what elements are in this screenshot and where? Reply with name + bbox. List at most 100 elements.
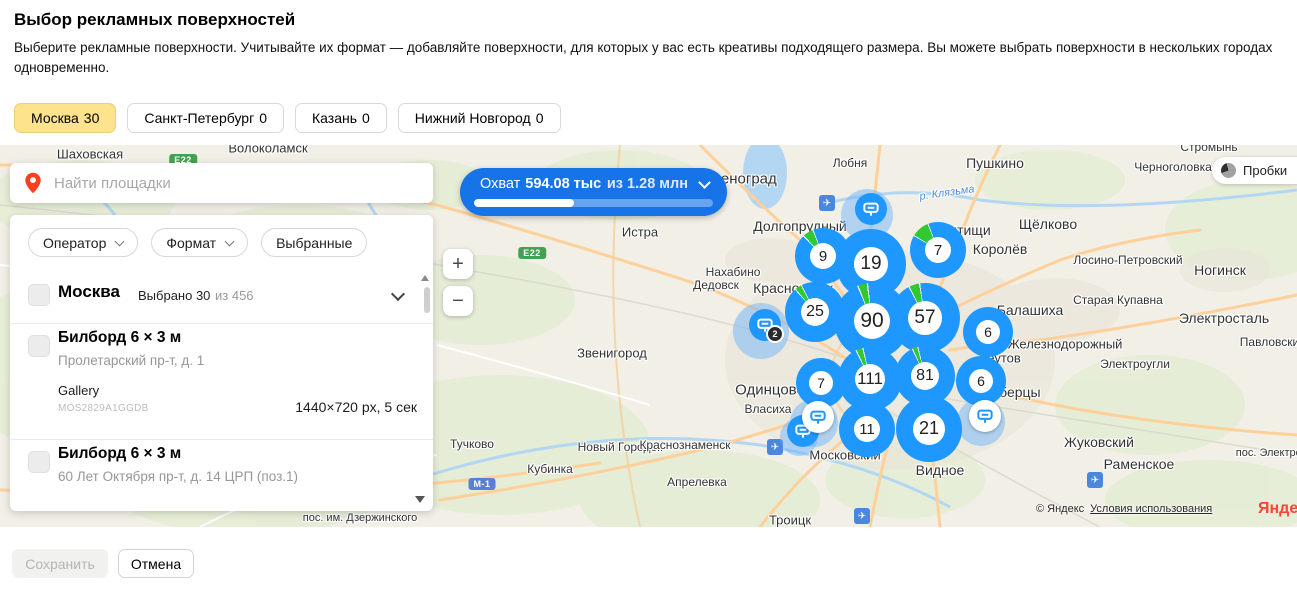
- cluster-count: 25: [801, 298, 830, 327]
- item-title: Билборд 6 × 3 м: [58, 445, 181, 463]
- group-selected-count: Выбрано 30: [138, 288, 210, 303]
- billboard-marker[interactable]: 2: [749, 309, 781, 341]
- save-button[interactable]: Сохранить: [12, 549, 108, 578]
- traffic-light-icon: [1221, 163, 1236, 178]
- tab-kazan[interactable]: Казань 0: [295, 103, 387, 133]
- map-label: Тучково: [450, 437, 494, 451]
- map-label: Ногинск: [1194, 262, 1246, 278]
- map-label: пос. Электроизолятор: [1236, 447, 1297, 459]
- cluster-count: 7: [925, 237, 952, 264]
- filter-operator[interactable]: Оператор: [28, 228, 138, 257]
- map-label: Волоколамск: [228, 145, 307, 156]
- filter-label: Оператор: [43, 235, 106, 251]
- item-address: 60 Лет Октября пр-т, д. 14 ЦРП (поз.1): [58, 469, 298, 484]
- scroll-down-arrow[interactable]: [415, 496, 425, 503]
- airport-icon: ✈: [819, 195, 835, 211]
- traffic-toggle[interactable]: Пробки: [1212, 157, 1297, 184]
- billboard-marker[interactable]: [855, 193, 887, 225]
- copyright-text: © Яндекс: [1036, 503, 1084, 515]
- map-pin-icon: [24, 172, 42, 194]
- cancel-button[interactable]: Отмена: [118, 549, 194, 578]
- map-cluster[interactable]: 6: [956, 356, 1006, 406]
- map-label: Жуковский: [1064, 434, 1134, 450]
- filter-chips: Оператор Формат Выбранные: [10, 215, 433, 257]
- map-label: Шаховская: [57, 147, 123, 162]
- map-label: Электросталь: [1179, 310, 1269, 326]
- cluster-count: 6: [976, 320, 1000, 344]
- map-label: Дедовск: [693, 278, 739, 292]
- scrollbar-up-arrow[interactable]: [421, 275, 429, 281]
- billboard-marker[interactable]: [969, 400, 1001, 432]
- cluster-count: 90: [854, 303, 890, 339]
- tab-label: Санкт-Петербург: [144, 110, 254, 126]
- map-label: Раменское: [1104, 456, 1175, 472]
- road-badge: Е22: [518, 247, 546, 259]
- yandex-logo: Янде: [1258, 500, 1297, 518]
- map-label: Королёв: [973, 241, 1028, 257]
- tab-count: 0: [536, 110, 544, 126]
- map-cluster[interactable]: 21: [896, 396, 962, 462]
- cluster-count: 21: [913, 413, 945, 445]
- tab-label: Казань: [312, 110, 357, 126]
- surface-list-item[interactable]: Билборд 6 × 3 м 60 Лет Октября пр-т, д. …: [10, 439, 433, 511]
- group-city-name: Москва: [58, 282, 120, 302]
- airport-icon: ✈: [1087, 472, 1103, 488]
- chevron-down-icon: [698, 176, 711, 189]
- map-label: Лосино-Петровский: [1073, 253, 1182, 267]
- surfaces-panel: Оператор Формат Выбранные Москва Выбрано…: [10, 215, 433, 511]
- chevron-down-icon[interactable]: [391, 287, 405, 301]
- city-group-row: Москва Выбрано 30 из 456: [10, 267, 433, 324]
- map-zoom-in-button[interactable]: +: [443, 249, 473, 279]
- reach-progress-track: [474, 199, 713, 207]
- map-label: Железнодорожный: [1008, 337, 1123, 352]
- item-code: MOS2829A1GGDB: [58, 403, 149, 414]
- map-attribution: © Яндекс Условия использования: [1036, 503, 1212, 515]
- filter-format[interactable]: Формат: [151, 228, 248, 257]
- filter-label: Формат: [166, 235, 216, 251]
- map-label: Видное: [916, 462, 965, 478]
- terms-link[interactable]: Условия использования: [1090, 503, 1212, 515]
- map-label: Электроугли: [1100, 357, 1170, 371]
- billboard-marker[interactable]: [802, 401, 834, 433]
- surface-list-item[interactable]: Билборд 6 × 3 м Пролетарский пр-т, д. 1 …: [10, 323, 433, 440]
- item-address: Пролетарский пр-т, д. 1: [58, 353, 204, 368]
- group-checkbox[interactable]: [28, 284, 50, 306]
- item-checkbox[interactable]: [28, 451, 50, 473]
- ad-surfaces-page: Выбор рекламных поверхностей Выберите ре…: [0, 0, 1297, 597]
- cluster-count: 81: [911, 362, 940, 391]
- tab-count: 30: [84, 110, 100, 126]
- reach-badge[interactable]: Охват 594.08 тыс из 1.28 млн: [460, 168, 727, 216]
- map-label: Старая Купавна: [1073, 293, 1163, 307]
- map-label: Истра: [622, 225, 658, 240]
- reach-progress-fill: [474, 199, 574, 207]
- cluster-count: 57: [908, 301, 942, 335]
- tab-nizhny-novgorod[interactable]: Нижний Новгород 0: [398, 103, 561, 133]
- billboard-icon: [861, 199, 881, 219]
- city-tabs: Москва 30 Санкт-Петербург 0 Казань 0 Ниж…: [14, 103, 561, 133]
- map-label: пос. им. Дзержинского: [303, 512, 418, 524]
- group-total-count: из 456: [215, 288, 254, 303]
- map-cluster[interactable]: 11: [839, 401, 895, 457]
- scrollbar-thumb[interactable]: [424, 287, 430, 313]
- map-zoom-out-button[interactable]: −: [443, 286, 473, 316]
- search-box: [10, 163, 433, 203]
- map-cluster[interactable]: 57: [890, 283, 960, 353]
- map-label: Пушкино: [966, 155, 1024, 171]
- tab-saint-petersburg[interactable]: Санкт-Петербург 0: [127, 103, 284, 133]
- item-title: Билборд 6 × 3 м: [58, 329, 181, 347]
- page-title: Выбор рекламных поверхностей: [14, 10, 295, 30]
- map-cluster[interactable]: 6: [963, 307, 1013, 357]
- tab-moscow[interactable]: Москва 30: [14, 103, 116, 133]
- search-input[interactable]: [52, 174, 433, 193]
- tab-count: 0: [259, 110, 267, 126]
- map-label: Лобня: [833, 156, 868, 170]
- map-label: Троицк: [769, 513, 811, 528]
- filter-selected[interactable]: Выбранные: [261, 228, 367, 257]
- item-specs: 1440×720 px, 5 сек: [295, 399, 417, 415]
- item-checkbox[interactable]: [28, 335, 50, 357]
- reach-of-total: из 1.28 млн: [607, 176, 688, 192]
- map-label: Кубинка: [527, 462, 573, 476]
- map-cluster[interactable]: 7: [910, 222, 966, 278]
- chevron-down-icon: [225, 236, 235, 246]
- map-label: Краснознаменск: [639, 438, 730, 452]
